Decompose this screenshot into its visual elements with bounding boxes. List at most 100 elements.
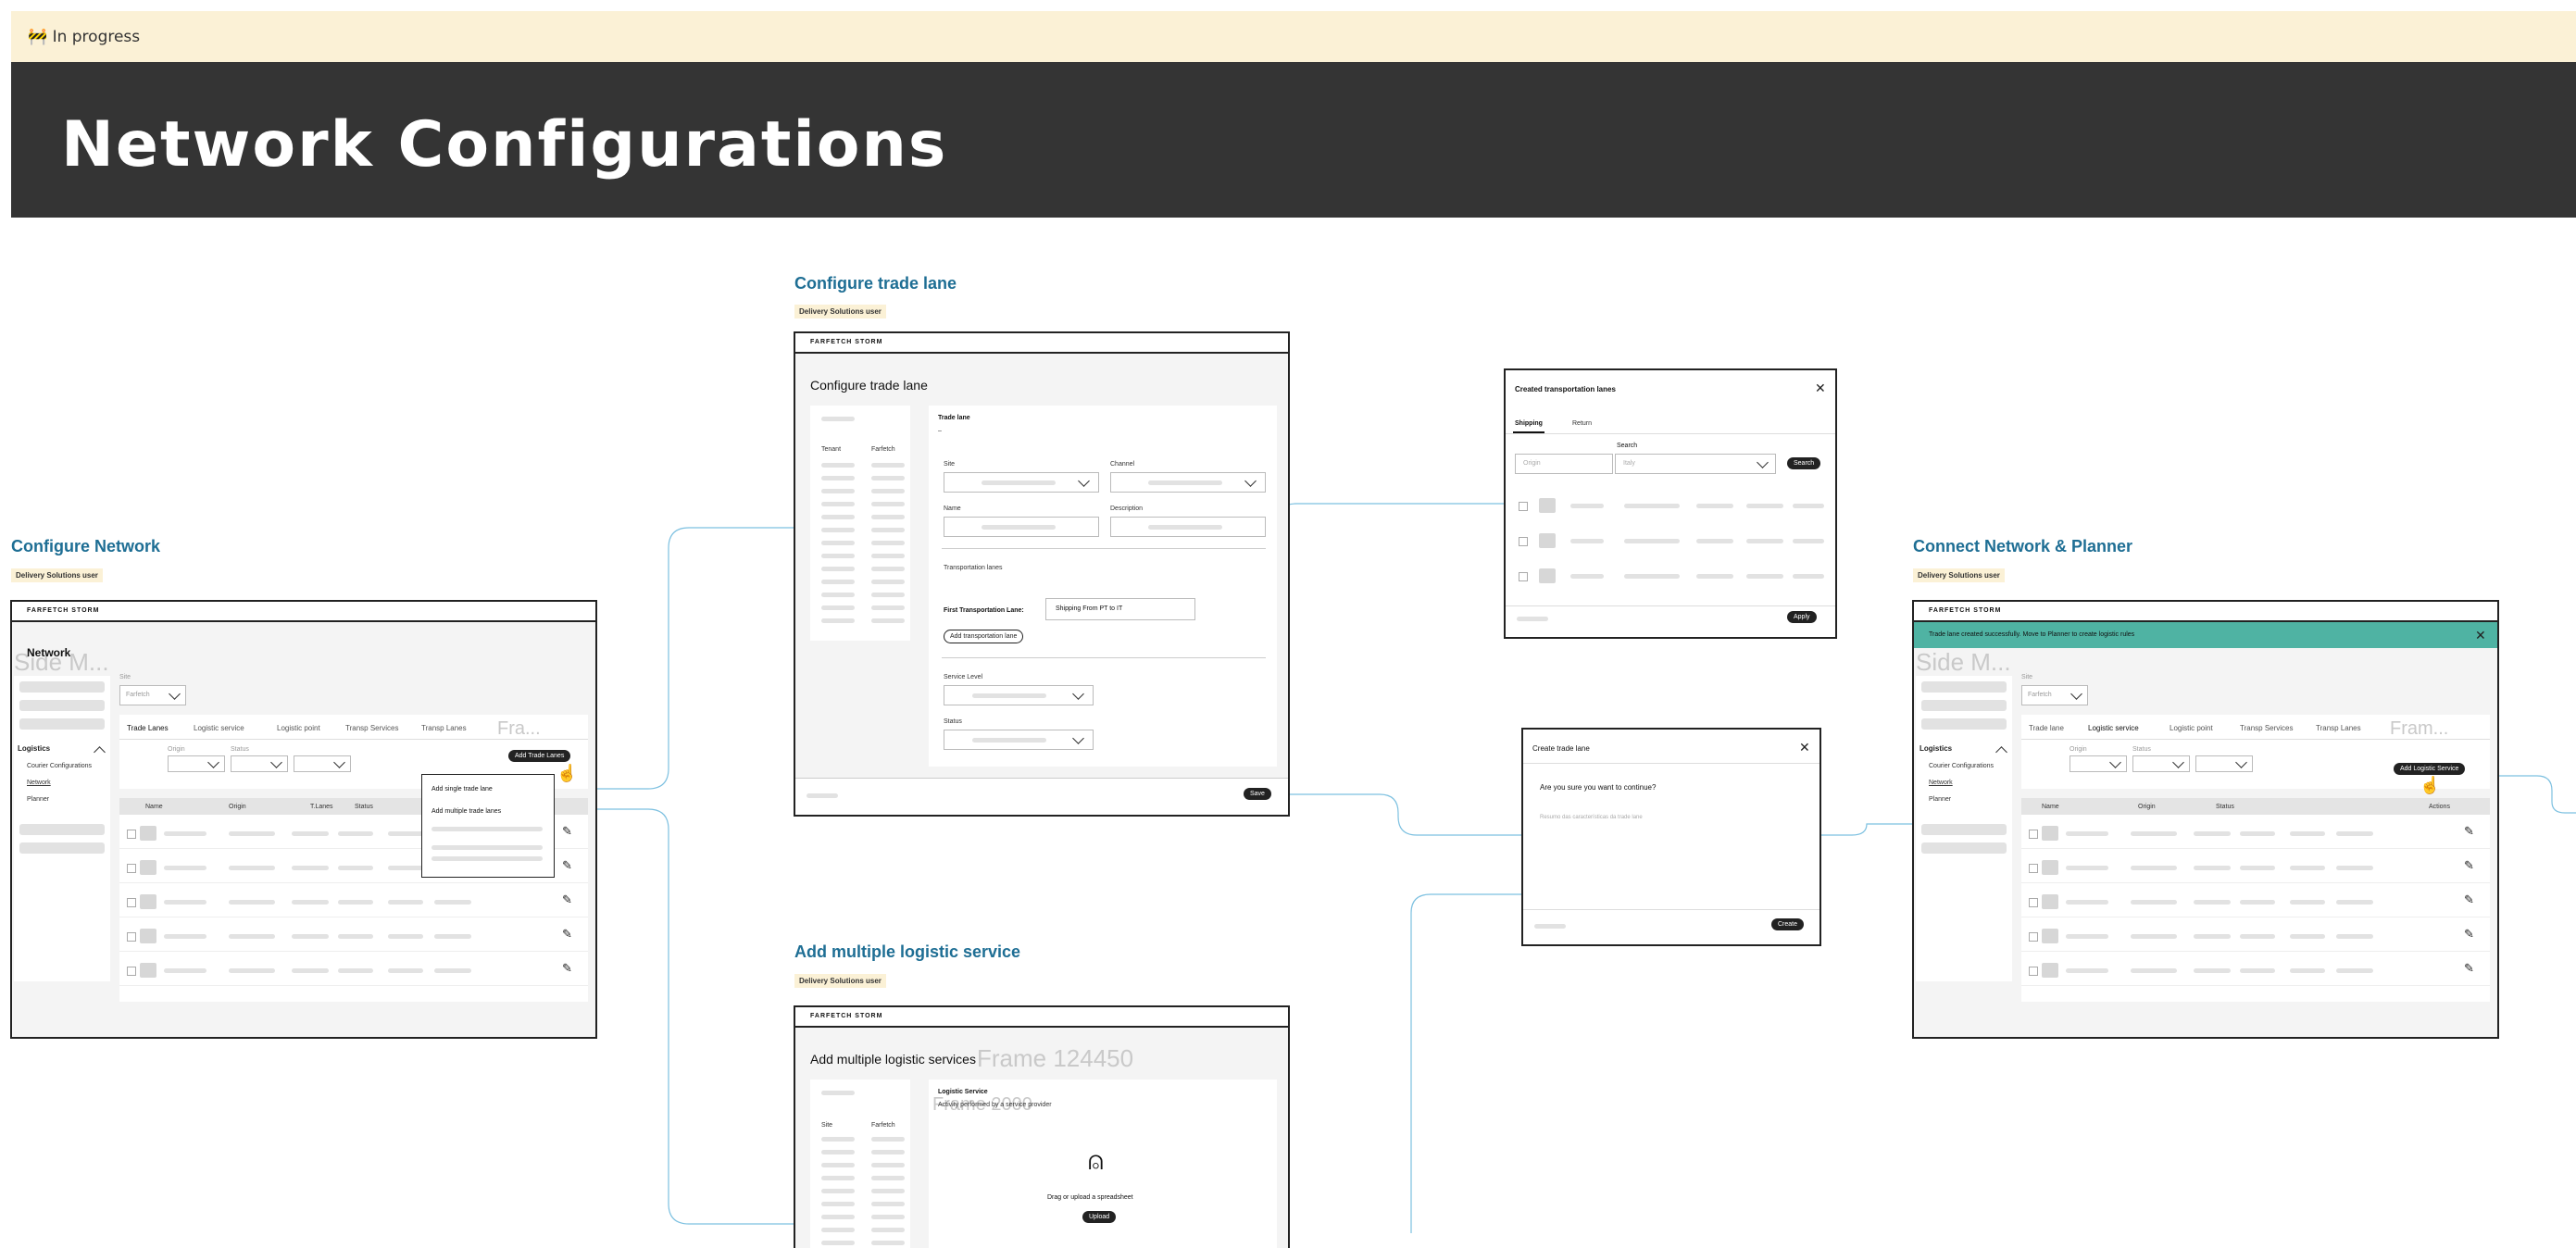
chevron-up-icon[interactable] xyxy=(94,746,106,758)
row-checkbox[interactable] xyxy=(2029,898,2038,907)
chevron-down-icon xyxy=(1244,475,1257,487)
site-select[interactable]: Farfetch xyxy=(119,685,186,705)
row-checkbox[interactable] xyxy=(2029,932,2038,942)
brand-bar: FARFETCH STORM xyxy=(795,1007,1288,1028)
origin-input[interactable]: Origin xyxy=(1515,454,1613,474)
menu-add-multiple[interactable]: Add multiple trade lanes xyxy=(431,808,501,815)
connect-frame: FARFETCH STORM Trade lane created succes… xyxy=(1912,600,2499,1039)
description-input[interactable] xyxy=(1110,517,1266,537)
col-origin: Origin xyxy=(2138,804,2156,810)
cell-placeholder xyxy=(1793,574,1824,579)
nav-item-courier[interactable]: Courier Configurations xyxy=(27,763,92,769)
side-placeholder xyxy=(871,1163,905,1167)
apply-button[interactable]: Apply xyxy=(1787,611,1817,623)
sidebar-placeholder xyxy=(1921,824,2007,835)
menu-add-single[interactable]: Add single trade lane xyxy=(431,786,493,792)
cell-placeholder xyxy=(2066,968,2108,973)
row-checkbox[interactable] xyxy=(127,967,136,976)
edit-pencil-icon[interactable]: ✎ xyxy=(2464,961,2474,976)
tab-transp-services[interactable]: Transp Services xyxy=(2240,724,2294,732)
chevron-up-icon[interactable] xyxy=(1995,746,2007,758)
cell-placeholder xyxy=(434,900,471,905)
filter-origin-select[interactable] xyxy=(2070,755,2127,772)
search-select[interactable]: Italy xyxy=(1615,454,1776,474)
upload-button[interactable]: Upload xyxy=(1082,1211,1117,1223)
site-select[interactable] xyxy=(944,472,1099,493)
tab-logistic-service[interactable]: Logistic service xyxy=(194,724,244,732)
row-checkbox[interactable] xyxy=(1519,572,1528,581)
edit-pencil-icon[interactable]: ✎ xyxy=(562,858,572,873)
sidebar-placeholder xyxy=(19,681,105,693)
side-placeholder xyxy=(871,1176,905,1180)
cell-placeholder xyxy=(292,831,329,836)
cursor-hand-icon: ☝ xyxy=(556,764,578,782)
row-checkbox[interactable] xyxy=(2029,967,2038,976)
side-placeholder xyxy=(821,1150,855,1154)
site-select[interactable]: Farfetch xyxy=(2021,685,2088,705)
close-icon[interactable]: ✕ xyxy=(1815,381,1826,394)
add-transport-lane-button[interactable]: Add transportation lane xyxy=(944,630,1024,643)
tab-transp-lanes[interactable]: Transp Lanes xyxy=(2316,724,2361,732)
first-lane-value: Shipping From PT to IT xyxy=(1056,605,1123,612)
edit-pencil-icon[interactable]: ✎ xyxy=(562,824,572,839)
connect-title: Connect Network & Planner xyxy=(1913,537,2133,555)
save-button[interactable]: Save xyxy=(1244,788,1271,800)
nav-item-courier[interactable]: Courier Configurations xyxy=(1929,763,1994,769)
filter-extra-select[interactable] xyxy=(2195,755,2253,772)
row-checkbox[interactable] xyxy=(1519,502,1528,511)
nav-item-planner[interactable]: Planner xyxy=(1929,796,1951,803)
col-name: Name xyxy=(145,804,163,810)
tshirt-icon xyxy=(2042,826,2058,841)
edit-pencil-icon[interactable]: ✎ xyxy=(562,927,572,942)
configure-network-frame: FARFETCH STORM Side M... Network Logisti… xyxy=(10,600,597,1039)
tab-logistic-point[interactable]: Logistic point xyxy=(2170,724,2213,732)
row-checkbox[interactable] xyxy=(2029,864,2038,873)
nav-item-planner[interactable]: Planner xyxy=(27,796,49,803)
row-checkbox[interactable] xyxy=(1519,537,1528,546)
side-placeholder xyxy=(821,605,855,610)
cell-placeholder xyxy=(164,900,206,905)
tab-logistic-service[interactable]: Logistic service xyxy=(2088,724,2139,732)
chevron-down-icon xyxy=(2235,756,2247,768)
filter-origin-select[interactable] xyxy=(168,755,225,772)
edit-pencil-icon[interactable]: ✎ xyxy=(562,961,572,976)
edit-pencil-icon[interactable]: ✎ xyxy=(562,892,572,907)
row-checkbox[interactable] xyxy=(127,864,136,873)
nav-section-logistics[interactable]: Logistics xyxy=(1919,744,1952,753)
table-row: ✎ xyxy=(2021,955,2490,986)
add-trade-lanes-button[interactable]: Add Trade Lanes xyxy=(508,750,571,762)
row-checkbox[interactable] xyxy=(2029,830,2038,839)
tab-transp-lanes[interactable]: Transp Lanes xyxy=(421,724,467,732)
filter-status-select[interactable] xyxy=(2132,755,2190,772)
status-select[interactable] xyxy=(944,730,1094,750)
edit-pencil-icon[interactable]: ✎ xyxy=(2464,892,2474,907)
row-checkbox[interactable] xyxy=(127,898,136,907)
tab-logistic-point[interactable]: Logistic point xyxy=(277,724,320,732)
tab-trade-lane[interactable]: Trade lane xyxy=(2029,724,2064,732)
edit-pencil-icon[interactable]: ✎ xyxy=(2464,927,2474,942)
col-tlanes: T.Lanes xyxy=(310,804,333,810)
create-button[interactable]: Create xyxy=(1771,918,1805,930)
tab-shipping[interactable]: Shipping xyxy=(1515,420,1543,427)
close-icon[interactable]: ✕ xyxy=(1799,741,1810,754)
edit-pencil-icon[interactable]: ✎ xyxy=(2464,858,2474,873)
tab-transp-services[interactable]: Transp Services xyxy=(345,724,399,732)
close-icon[interactable]: ✕ xyxy=(2475,629,2486,642)
search-button[interactable]: Search xyxy=(1787,457,1821,469)
name-input[interactable] xyxy=(944,517,1099,537)
cell-placeholder xyxy=(1696,574,1733,579)
edit-pencil-icon[interactable]: ✎ xyxy=(2464,824,2474,839)
nav-section-logistics[interactable]: Logistics xyxy=(18,744,50,753)
nav-item-network[interactable]: Network xyxy=(1929,780,1953,786)
filter-extra-select[interactable] xyxy=(294,755,351,772)
tab-trade-lanes[interactable]: Trade Lanes xyxy=(127,724,169,732)
first-lane-input[interactable]: Shipping From PT to IT xyxy=(1045,598,1195,620)
filter-status-select[interactable] xyxy=(231,755,288,772)
service-level-select[interactable] xyxy=(944,685,1094,705)
row-checkbox[interactable] xyxy=(127,932,136,942)
tab-return[interactable]: Return xyxy=(1572,420,1592,427)
add-logistic-service-button[interactable]: Add Logistic Service xyxy=(2394,763,2466,775)
nav-item-network[interactable]: Network xyxy=(27,780,51,786)
row-checkbox[interactable] xyxy=(127,830,136,839)
channel-select[interactable] xyxy=(1110,472,1266,493)
